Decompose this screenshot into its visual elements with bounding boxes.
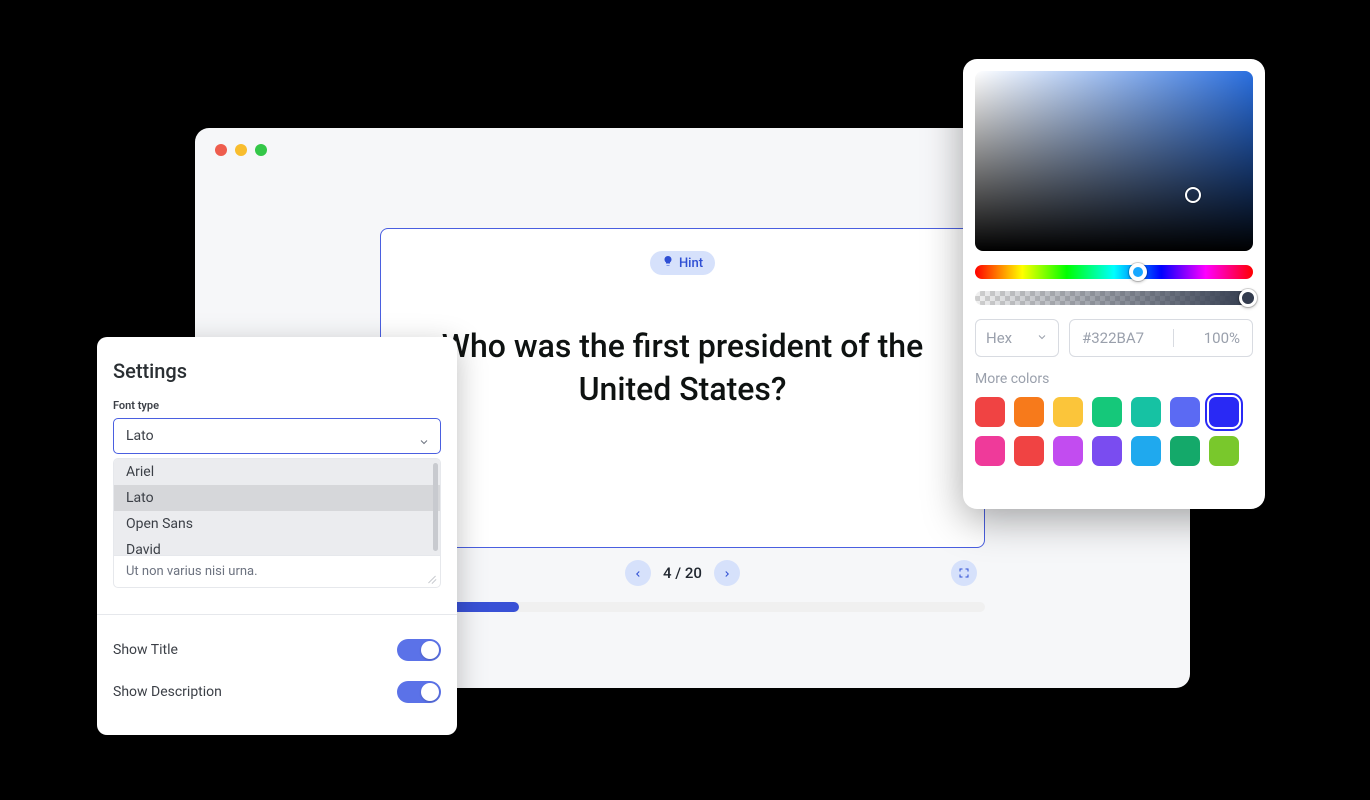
swatch-yellow[interactable]	[1053, 397, 1083, 427]
lightbulb-icon	[662, 255, 674, 271]
color-palette	[975, 397, 1253, 466]
show-title-row: Show Title	[113, 629, 441, 671]
swatch-indigo[interactable]	[1170, 397, 1200, 427]
font-type-value: Lato	[126, 428, 154, 444]
resize-handle-icon[interactable]	[426, 573, 436, 583]
window-controls	[215, 144, 267, 156]
scrollbar[interactable]	[433, 463, 438, 551]
swatch-lime[interactable]	[1209, 436, 1239, 466]
close-window-icon[interactable]	[215, 144, 227, 156]
page-indicator: 4 / 20	[663, 564, 702, 582]
divider	[1173, 329, 1174, 347]
font-option-ariel[interactable]: Ariel	[114, 459, 440, 485]
hue-thumb[interactable]	[1129, 263, 1147, 281]
prev-button[interactable]	[625, 560, 651, 586]
maximize-window-icon[interactable]	[255, 144, 267, 156]
font-type-select[interactable]: Lato	[113, 418, 441, 454]
hint-button[interactable]: Hint	[650, 251, 715, 275]
expand-icon	[958, 564, 970, 583]
settings-panel: Settings Font type Lato Ariel Lato Open …	[97, 337, 457, 735]
font-custom-input[interactable]: Ut non varius nisi urna.	[114, 555, 440, 587]
swatch-red2[interactable]	[1014, 436, 1044, 466]
chevron-down-icon	[1036, 329, 1048, 347]
swatch-pink[interactable]	[975, 436, 1005, 466]
show-title-toggle[interactable]	[397, 639, 441, 661]
more-colors-label: More colors	[975, 371, 1253, 387]
chevron-right-icon	[722, 564, 732, 583]
alpha-slider[interactable]	[975, 291, 1253, 305]
font-type-dropdown: Ariel Lato Open Sans David Ut non varius…	[113, 458, 441, 588]
font-custom-input-text: Ut non varius nisi urna.	[126, 564, 258, 579]
opacity-value: 100%	[1204, 329, 1240, 347]
saturation-value-area[interactable]	[975, 71, 1253, 251]
next-button[interactable]	[714, 560, 740, 586]
color-value-row: Hex #322BA7 100%	[975, 319, 1253, 357]
hex-value: #322BA7	[1082, 329, 1144, 347]
color-mode-label: Hex	[986, 329, 1012, 347]
font-option-lato[interactable]: Lato	[114, 485, 440, 511]
swatch-blue[interactable]	[1209, 397, 1239, 427]
chevron-left-icon	[633, 564, 643, 583]
question-text: Who was the first president of the Unite…	[401, 325, 964, 411]
swatch-teal[interactable]	[1131, 397, 1161, 427]
hex-input[interactable]: #322BA7 100%	[1069, 319, 1253, 357]
swatch-red[interactable]	[975, 397, 1005, 427]
font-options-list: Ariel Lato Open Sans David	[114, 459, 440, 555]
show-description-label: Show Description	[113, 684, 222, 700]
hue-slider[interactable]	[975, 265, 1253, 279]
progress-bar	[380, 602, 985, 612]
swatch-emerald[interactable]	[1170, 436, 1200, 466]
swatch-purple[interactable]	[1092, 436, 1122, 466]
alpha-thumb[interactable]	[1239, 289, 1257, 307]
toggle-knob	[421, 641, 439, 659]
fullscreen-button[interactable]	[951, 560, 977, 586]
color-picker-panel: Hex #322BA7 100% More colors	[963, 59, 1265, 509]
swatch-sky[interactable]	[1131, 436, 1161, 466]
font-option-open-sans[interactable]: Open Sans	[114, 511, 440, 537]
show-title-label: Show Title	[113, 642, 178, 658]
swatch-orange[interactable]	[1014, 397, 1044, 427]
color-mode-select[interactable]: Hex	[975, 319, 1059, 357]
swatch-green[interactable]	[1092, 397, 1122, 427]
font-type-label: Font type	[113, 399, 441, 412]
minimize-window-icon[interactable]	[235, 144, 247, 156]
pager: 4 / 20	[380, 560, 985, 586]
settings-title: Settings	[113, 359, 441, 383]
hint-label: Hint	[679, 256, 703, 271]
sv-cursor-icon[interactable]	[1185, 187, 1201, 203]
swatch-magenta[interactable]	[1053, 436, 1083, 466]
toggle-knob	[421, 683, 439, 701]
divider	[97, 614, 457, 615]
show-description-toggle[interactable]	[397, 681, 441, 703]
font-option-david[interactable]: David	[114, 537, 440, 555]
question-card: Hint Who was the first president of the …	[380, 228, 985, 548]
show-description-row: Show Description	[113, 671, 441, 713]
